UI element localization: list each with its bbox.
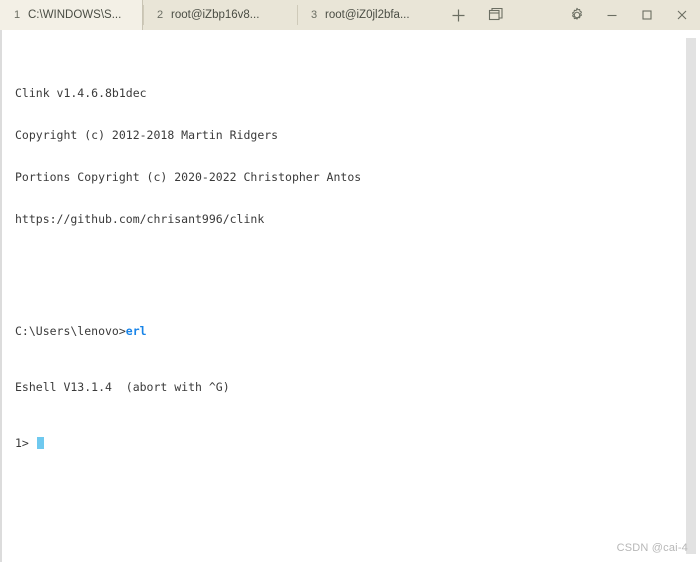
vertical-scrollbar[interactable]: [686, 38, 696, 554]
text-cursor: [36, 437, 44, 449]
output-line: https://github.com/chrisant996/clink: [15, 212, 265, 226]
tab-1[interactable]: 1 C:\WINDOWS\S...: [0, 0, 143, 30]
entered-command: erl: [125, 324, 147, 338]
tab-3-label: root@iZ0jl2bfa...: [325, 9, 410, 21]
tab-strip: 1 C:\WINDOWS\S... 2 root@iZbp16v8... 3 r…: [0, 0, 439, 30]
terminal-content-area[interactable]: Clink v1.4.6.8b1dec Copyright (c) 2012-2…: [0, 30, 700, 562]
tab-2-label: root@iZbp16v8...: [171, 9, 260, 21]
close-icon: [675, 8, 689, 22]
terminal-output: Clink v1.4.6.8b1dec Copyright (c) 2012-2…: [15, 44, 361, 492]
watermark: CSDN @cai-4: [616, 542, 688, 554]
plus-icon: [451, 8, 466, 23]
new-tab-button[interactable]: [439, 0, 477, 30]
minimize-icon: [605, 8, 619, 22]
output-line: Clink v1.4.6.8b1dec: [15, 86, 147, 100]
titlebar: 1 C:\WINDOWS\S... 2 root@iZbp16v8... 3 r…: [0, 0, 700, 30]
tab-2-number: 2: [157, 9, 164, 21]
titlebar-drag-area: [515, 0, 559, 30]
erlang-shell-prompt: 1>: [15, 436, 36, 450]
maximize-button[interactable]: [629, 0, 664, 30]
new-tab-dropdown-button[interactable]: [477, 0, 515, 30]
output-line-blank: [15, 268, 361, 282]
output-line: Eshell V13.1.4 (abort with ^G): [15, 380, 230, 394]
active-prompt-line: 1>: [15, 436, 361, 450]
maximize-icon: [640, 8, 654, 22]
output-line: Portions Copyright (c) 2020-2022 Christo…: [15, 170, 362, 184]
shell-prompt: C:\Users\lenovo>: [15, 324, 126, 338]
panes-icon: [488, 7, 504, 23]
output-line: Copyright (c) 2012-2018 Martin Ridgers: [15, 128, 279, 142]
window-controls: [559, 0, 700, 30]
terminal-window: 1 C:\WINDOWS\S... 2 root@iZbp16v8... 3 r…: [0, 0, 700, 562]
tab-1-label: C:\WINDOWS\S...: [28, 9, 122, 21]
tab-3[interactable]: 3 root@iZ0jl2bfa...: [297, 0, 439, 30]
close-button[interactable]: [664, 0, 700, 30]
minimize-button[interactable]: [594, 0, 629, 30]
settings-button[interactable]: [559, 0, 594, 30]
command-line: C:\Users\lenovo>erl: [15, 324, 361, 338]
tab-3-number: 3: [311, 9, 318, 21]
tab-1-number: 1: [14, 9, 21, 21]
gear-icon: [569, 7, 585, 23]
tab-2[interactable]: 2 root@iZbp16v8...: [143, 0, 297, 30]
